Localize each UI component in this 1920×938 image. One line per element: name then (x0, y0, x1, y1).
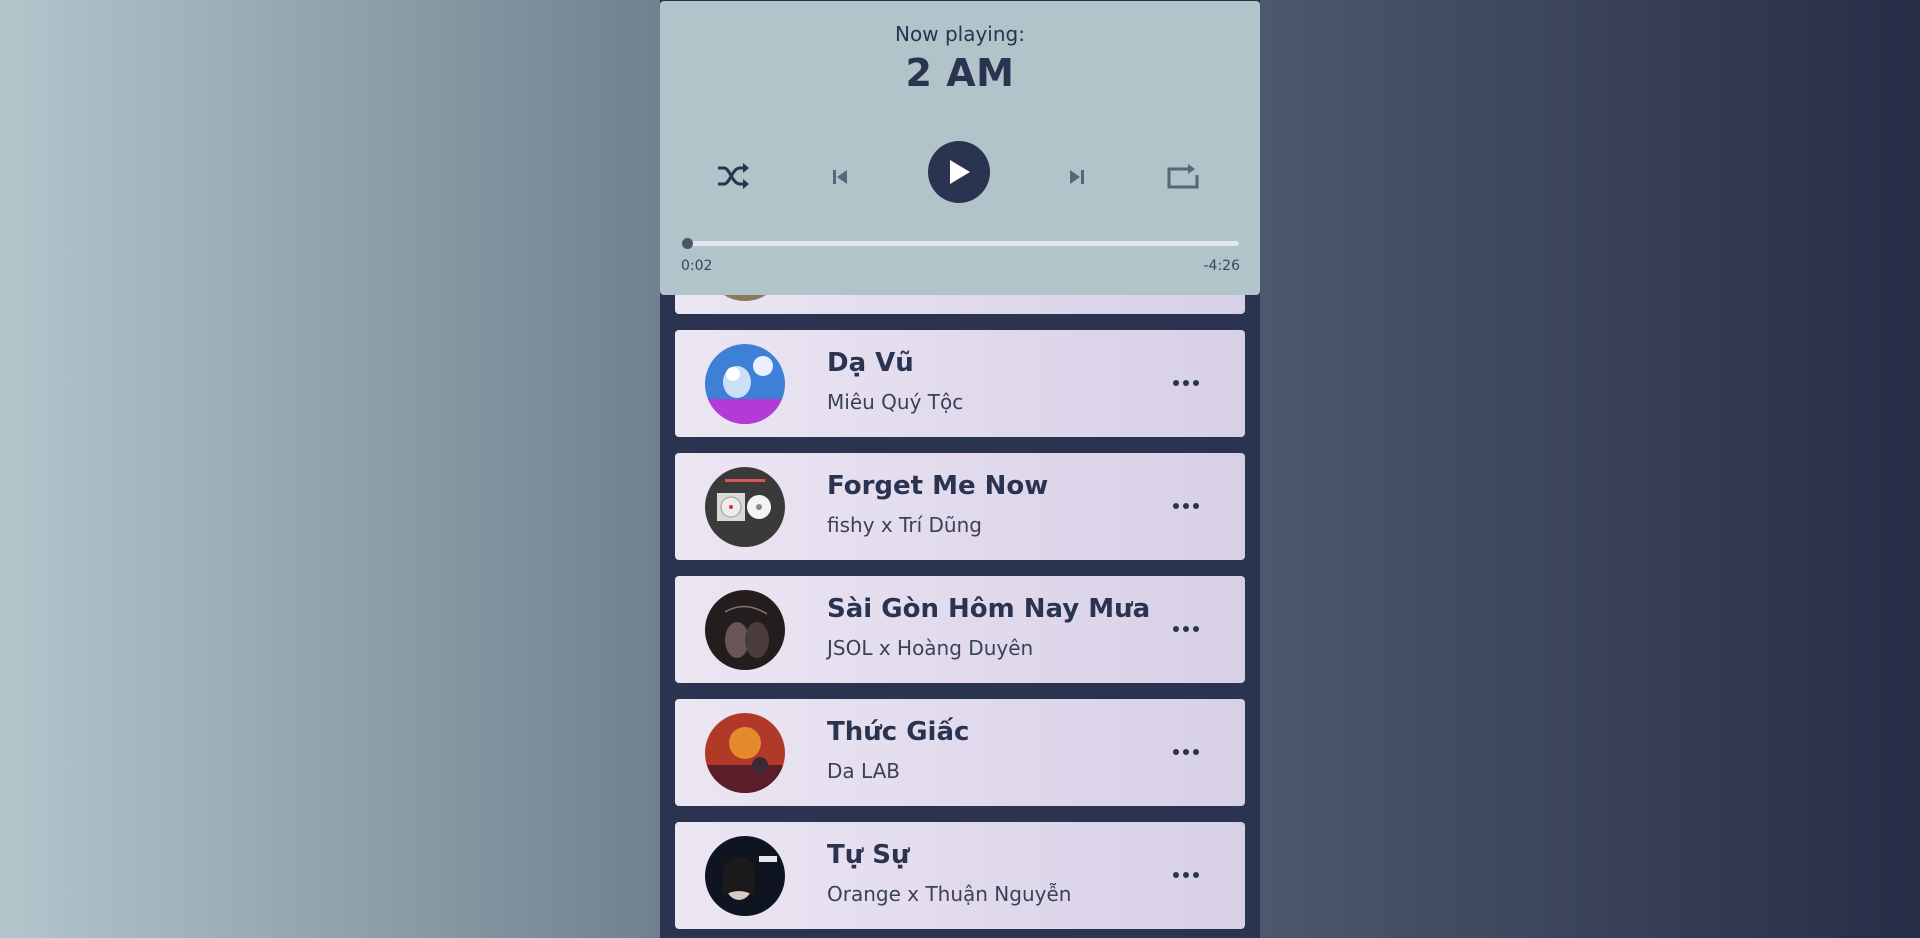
song-artist: Da LAB (827, 759, 901, 783)
song-artist: JSOL x Hoàng Duyên (827, 636, 1034, 660)
song-item[interactable]: Forget Me Now fishy x Trí Dũng (675, 453, 1245, 560)
song-item[interactable]: Sài Gòn Hôm Nay Mưa JSOL x Hoàng Duyên (675, 576, 1245, 683)
play-icon (950, 160, 970, 184)
album-art (705, 713, 785, 793)
album-art (705, 590, 785, 670)
album-art (705, 467, 785, 547)
progress-bar[interactable] (682, 238, 1239, 249)
previous-icon[interactable] (828, 165, 852, 189)
song-item[interactable]: Tự Sự Orange x Thuận Nguyễn (675, 822, 1245, 929)
song-title: Dạ Vũ (827, 348, 914, 378)
next-icon[interactable] (1065, 165, 1089, 189)
song-item[interactable]: Dạ Vũ Miêu Quý Tộc (675, 330, 1245, 437)
more-options-icon[interactable] (1170, 864, 1202, 886)
album-art (705, 836, 785, 916)
remaining-time: -4:26 (1203, 258, 1241, 274)
music-player-app: Dạ Vũ Miêu Quý Tộc Forget Me Now fishy x… (660, 0, 1260, 938)
play-button[interactable] (928, 141, 990, 203)
more-options-icon[interactable] (1170, 372, 1202, 394)
song-title: Sài Gòn Hôm Nay Mưa (827, 594, 1151, 624)
song-title: Tự Sự (827, 840, 910, 870)
song-title: Thức Giấc (827, 717, 970, 747)
song-artist: Miêu Quý Tộc (827, 390, 964, 414)
current-time: 0:02 (681, 258, 713, 274)
more-options-icon[interactable] (1170, 495, 1202, 517)
song-artist: fishy x Trí Dũng (827, 513, 982, 537)
song-title: Forget Me Now (827, 471, 1049, 501)
more-options-icon[interactable] (1170, 618, 1202, 640)
now-playing-title: 2 AM (905, 51, 1015, 95)
more-options-icon[interactable] (1170, 741, 1202, 763)
progress-thumb[interactable] (682, 238, 694, 249)
now-playing-label: Now playing: (895, 22, 1025, 46)
repeat-icon[interactable] (1165, 160, 1201, 192)
song-item[interactable]: Thức Giấc Da LAB (675, 699, 1245, 806)
shuffle-icon[interactable] (715, 158, 751, 194)
song-artist: Orange x Thuận Nguyễn (827, 882, 1072, 906)
now-playing-panel: Now playing: 2 AM 0:02 -4:26 (660, 1, 1260, 295)
album-art (705, 344, 785, 424)
